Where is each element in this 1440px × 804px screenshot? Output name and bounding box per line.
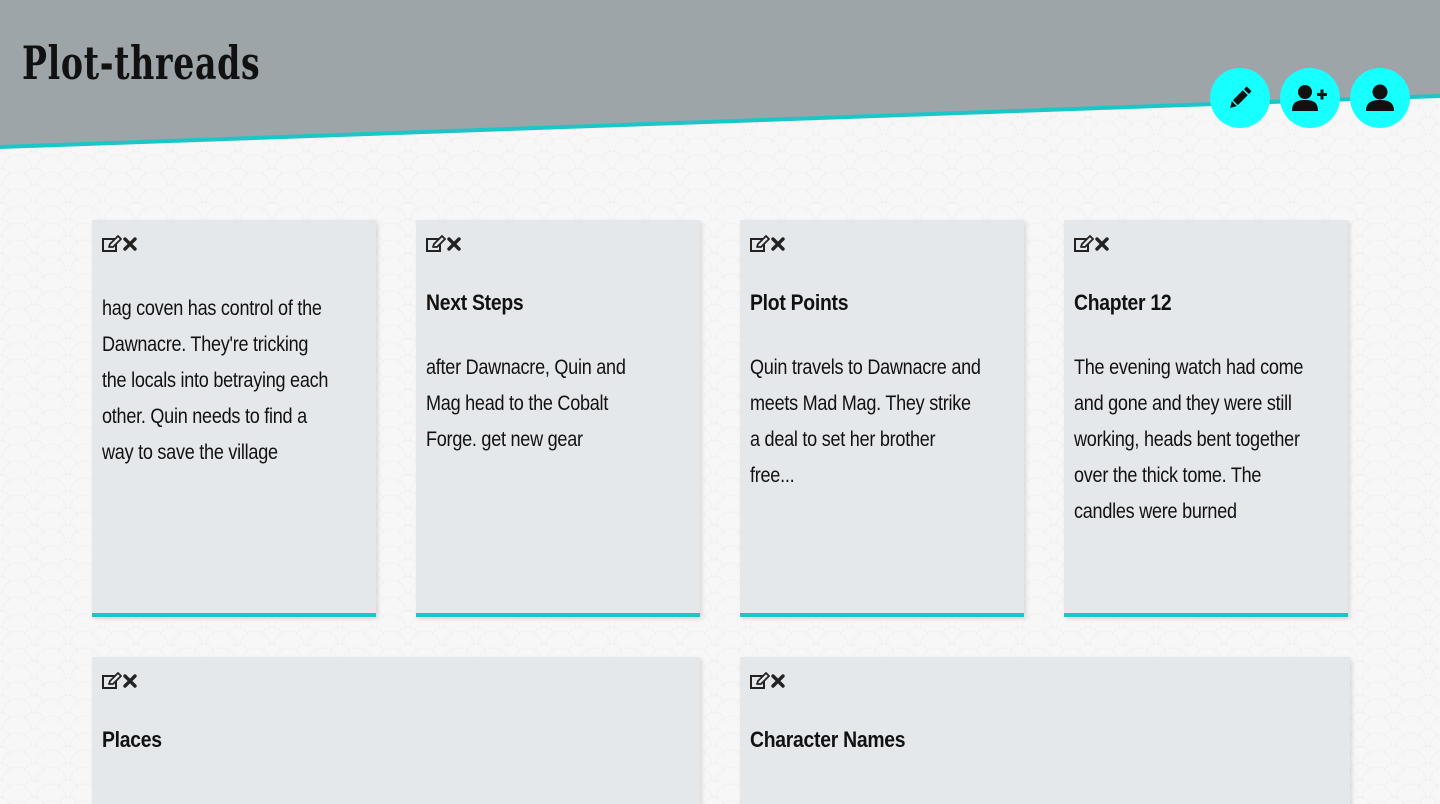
thread-card: Character Names <box>740 657 1350 804</box>
delete-icon[interactable] <box>122 671 138 691</box>
app-title: Plot-threads <box>22 36 261 90</box>
edit-icon[interactable] <box>102 671 122 691</box>
new-thread-button[interactable] <box>1210 68 1270 128</box>
header-actions <box>1210 68 1410 128</box>
card-tools <box>102 234 366 254</box>
edit-icon[interactable] <box>1074 234 1094 254</box>
delete-icon[interactable] <box>770 234 786 254</box>
profile-button[interactable] <box>1350 68 1410 128</box>
edit-icon[interactable] <box>750 234 770 254</box>
add-user-button[interactable] <box>1280 68 1340 128</box>
delete-icon[interactable] <box>770 671 786 691</box>
thread-card: hag coven has control of the Dawnacre. T… <box>92 220 376 617</box>
pencil-icon <box>1230 86 1252 108</box>
thread-card: Plot Points Quin travels to Dawnacre and… <box>740 220 1024 617</box>
card-title: Character Names <box>750 727 906 752</box>
edit-icon[interactable] <box>102 234 122 254</box>
edit-icon[interactable] <box>426 234 446 254</box>
thread-card: Places <box>92 657 700 804</box>
card-tools <box>426 234 690 254</box>
thread-card: Chapter 12 The evening watch had come an… <box>1064 220 1348 617</box>
card-tools <box>750 671 1340 691</box>
card-body: hag coven has control of the Dawnacre. T… <box>102 297 329 464</box>
card-tools <box>102 671 690 691</box>
card-title: Chapter 12 <box>1074 290 1172 315</box>
card-body: The evening watch had come and gone and … <box>1074 356 1304 523</box>
delete-icon[interactable] <box>1094 234 1110 254</box>
card-title: Plot Points <box>750 290 849 315</box>
thread-card: Next Steps after Dawnacre, Quin and Mag … <box>416 220 700 617</box>
delete-icon[interactable] <box>122 234 138 254</box>
card-body: Quin travels to Dawnacre and meets Mad M… <box>750 356 981 487</box>
card-title: Next Steps <box>426 290 524 315</box>
card-tools <box>750 234 1014 254</box>
edit-icon[interactable] <box>750 671 770 691</box>
user-plus-icon <box>1292 85 1327 111</box>
user-icon <box>1366 84 1394 111</box>
delete-icon[interactable] <box>446 234 462 254</box>
card-body: after Dawnacre, Quin and Mag head to the… <box>426 356 626 451</box>
card-tools <box>1074 234 1338 254</box>
card-title: Places <box>102 727 162 752</box>
